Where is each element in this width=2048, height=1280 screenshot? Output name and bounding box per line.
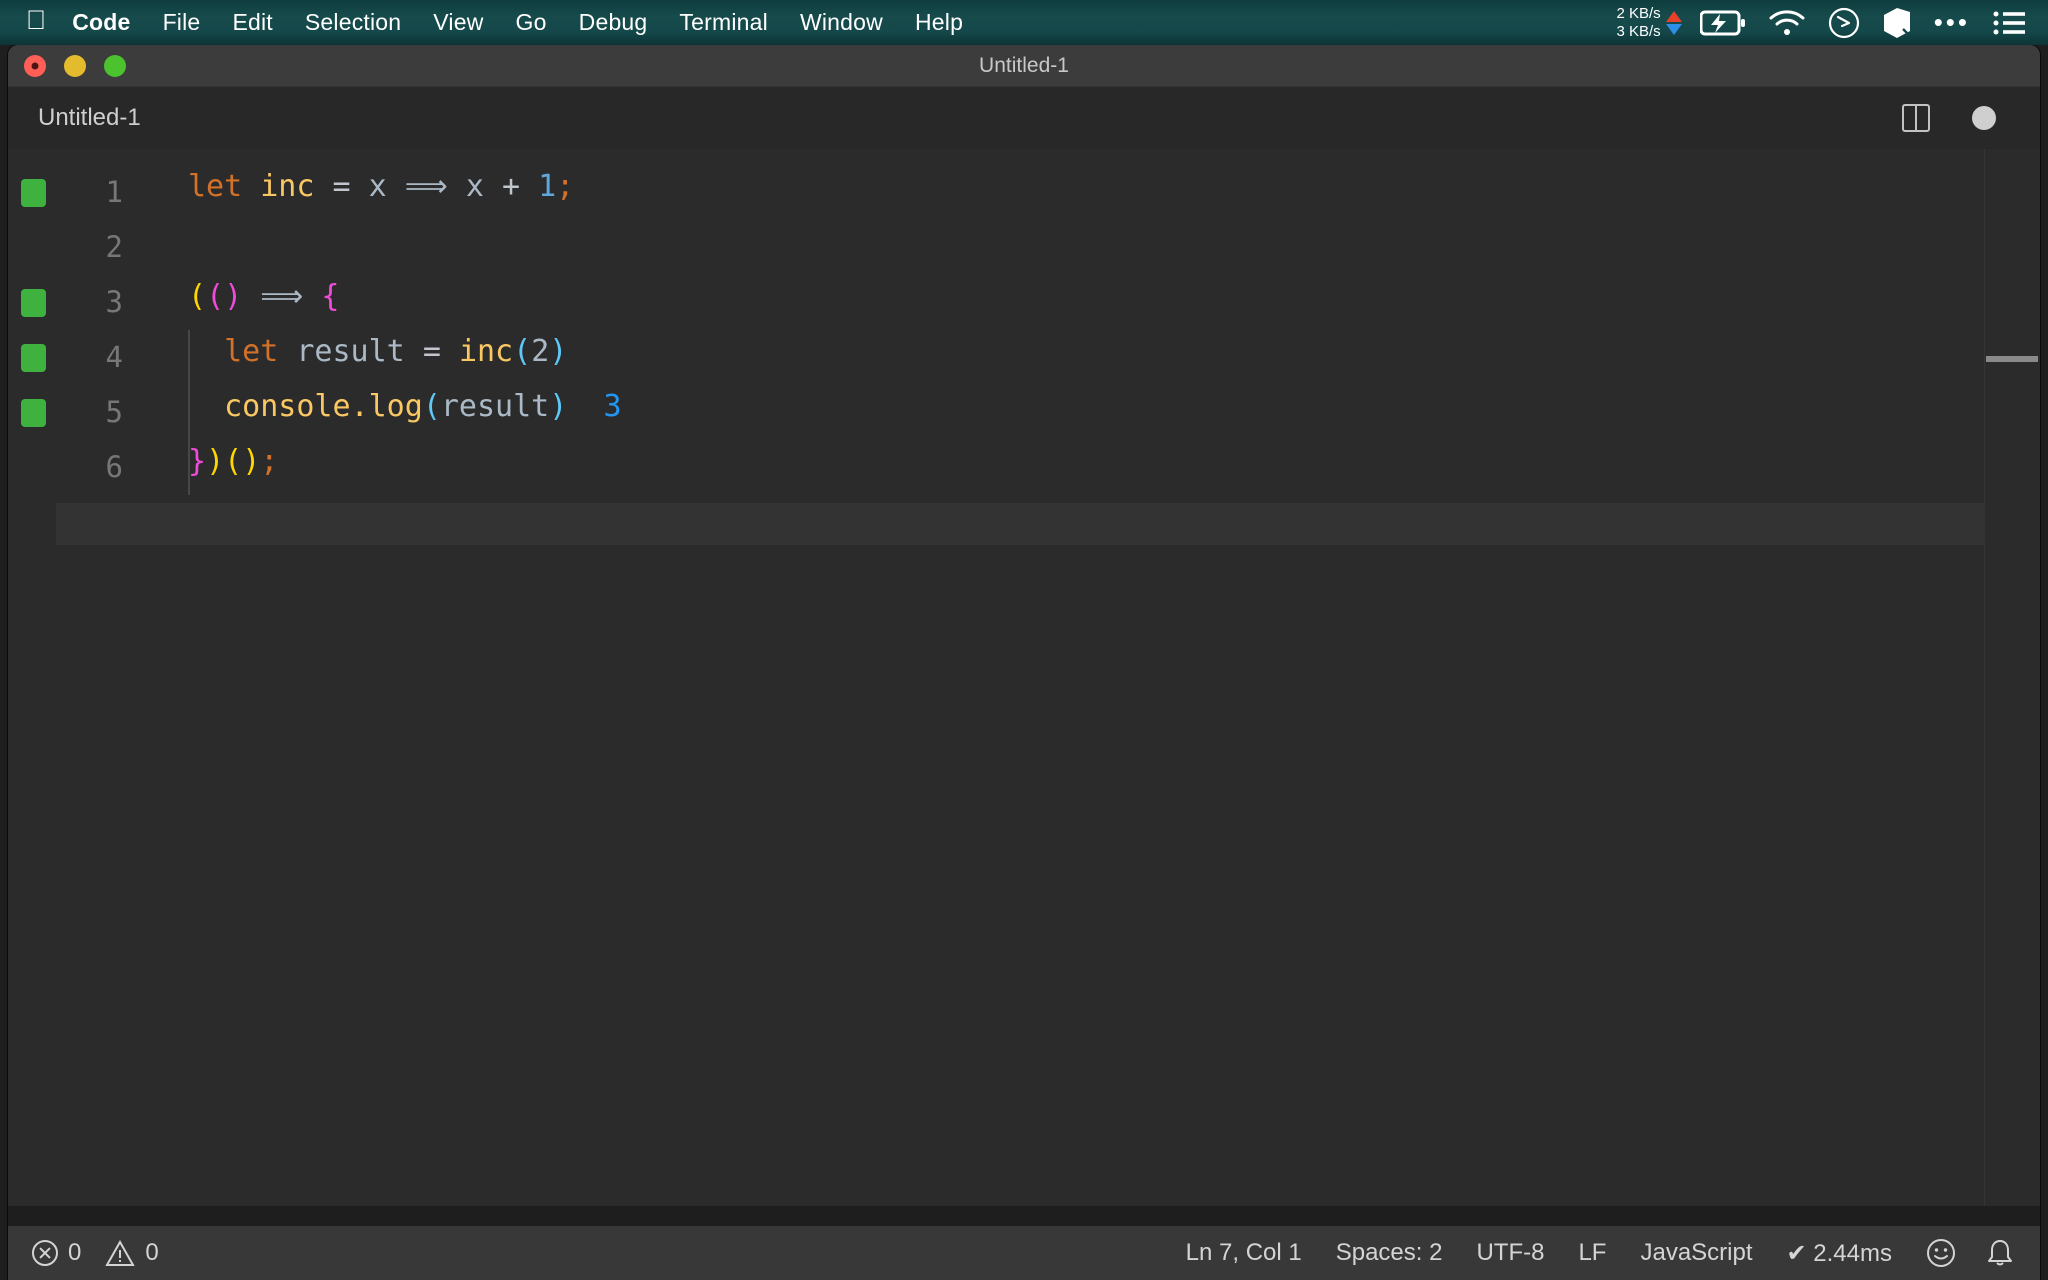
- status-indentation[interactable]: Spaces: 2: [1336, 1239, 1443, 1267]
- clock-icon[interactable]: [1828, 7, 1860, 39]
- status-run-time[interactable]: ✔ 2.44ms: [1787, 1239, 1892, 1268]
- ellipsis-icon[interactable]: •••: [1934, 7, 1970, 38]
- scrollbar-divider: [1984, 149, 1985, 1206]
- current-line-highlight: [56, 503, 1985, 545]
- warning-count: 0: [145, 1239, 158, 1267]
- status-eol[interactable]: LF: [1578, 1239, 1606, 1267]
- tab-untitled-1[interactable]: Untitled-1: [8, 87, 171, 149]
- status-bar: 0 0 Ln 7, Col 1 Spaces: 2 UTF-8 LF JavaS…: [8, 1226, 2040, 1280]
- line-number: 6: [43, 450, 123, 484]
- menu-item-selection[interactable]: Selection: [305, 9, 401, 36]
- wifi-icon[interactable]: [1768, 9, 1806, 37]
- window-title-bar: Untitled-1: [8, 45, 2040, 87]
- vertical-scrollbar-thumb[interactable]: [1986, 356, 2038, 362]
- line-number: 4: [43, 340, 123, 374]
- overview-ruler[interactable]: [1985, 149, 2040, 1206]
- smiley-icon[interactable]: [1926, 1238, 1956, 1268]
- menu-item-edit[interactable]: Edit: [232, 9, 272, 36]
- status-problems[interactable]: 0 0: [32, 1239, 159, 1267]
- vscode-window: Untitled-1 Untitled-1 1234567 let inc = …: [8, 45, 2040, 1280]
- menu-item-terminal[interactable]: Terminal: [679, 9, 768, 36]
- menu-bar-status-area: 2 KB/s 3 KB/s: [1617, 5, 2048, 40]
- status-bar-right: Ln 7, Col 1 Spaces: 2 UTF-8 LF JavaScrip…: [1186, 1238, 2040, 1268]
- unsaved-changes-dot[interactable]: [1972, 106, 1996, 130]
- menu-item-go[interactable]: Go: [516, 9, 547, 36]
- status-language-mode[interactable]: JavaScript: [1640, 1239, 1752, 1267]
- line-number: 3: [43, 285, 123, 319]
- error-count: 0: [68, 1239, 81, 1267]
- menu-item-help[interactable]: Help: [915, 9, 963, 36]
- network-speed-indicator[interactable]: 2 KB/s 3 KB/s: [1617, 5, 1682, 40]
- status-bar-left: 0 0: [8, 1239, 159, 1267]
- apple-logo-icon[interactable]: : [26, 7, 46, 34]
- download-speed: 3 KB/s: [1617, 23, 1661, 40]
- status-encoding[interactable]: UTF-8: [1476, 1239, 1544, 1267]
- battery-charging-icon[interactable]: [1700, 9, 1746, 37]
- editor-tab-bar: Untitled-1: [8, 87, 2040, 149]
- menu-item-code[interactable]: Code: [72, 9, 130, 36]
- menu-item-debug[interactable]: Debug: [579, 9, 648, 36]
- menu-item-view[interactable]: View: [433, 9, 483, 36]
- bell-icon[interactable]: [1986, 1238, 2014, 1268]
- line-number: 1: [43, 175, 123, 209]
- upload-speed: 2 KB/s: [1617, 5, 1661, 22]
- code-line[interactable]: let result = inc(2): [188, 334, 567, 369]
- code-line[interactable]: })();: [188, 444, 278, 479]
- cube-icon[interactable]: [1882, 7, 1912, 39]
- menu-item-window[interactable]: Window: [800, 9, 883, 36]
- list-icon[interactable]: [1992, 9, 2026, 37]
- macos-menu-bar:  Code File Edit Selection View Go Debug…: [0, 0, 2048, 45]
- download-arrow-icon: [1666, 24, 1682, 35]
- code-line[interactable]: console.log(result) 3: [188, 389, 622, 424]
- tab-actions: [1902, 104, 2040, 132]
- warning-triangle-icon: [105, 1240, 135, 1267]
- status-cursor-position[interactable]: Ln 7, Col 1: [1186, 1239, 1302, 1267]
- menu-item-file[interactable]: File: [163, 9, 201, 36]
- error-circle-icon: [32, 1240, 58, 1266]
- code-line[interactable]: let inc = x ⟹ x + 1;: [188, 169, 574, 204]
- code-line[interactable]: (() ⟹ {: [188, 279, 339, 314]
- window-title: Untitled-1: [8, 54, 2040, 78]
- line-number: 2: [43, 230, 123, 264]
- indent-guide: [188, 330, 190, 495]
- code-editor[interactable]: 1234567 let inc = x ⟹ x + 1;(() ⟹ { let …: [8, 149, 2040, 1206]
- upload-arrow-icon: [1666, 11, 1682, 22]
- split-editor-icon[interactable]: [1902, 104, 1930, 132]
- line-number: 5: [43, 395, 123, 429]
- tab-label: Untitled-1: [38, 104, 141, 132]
